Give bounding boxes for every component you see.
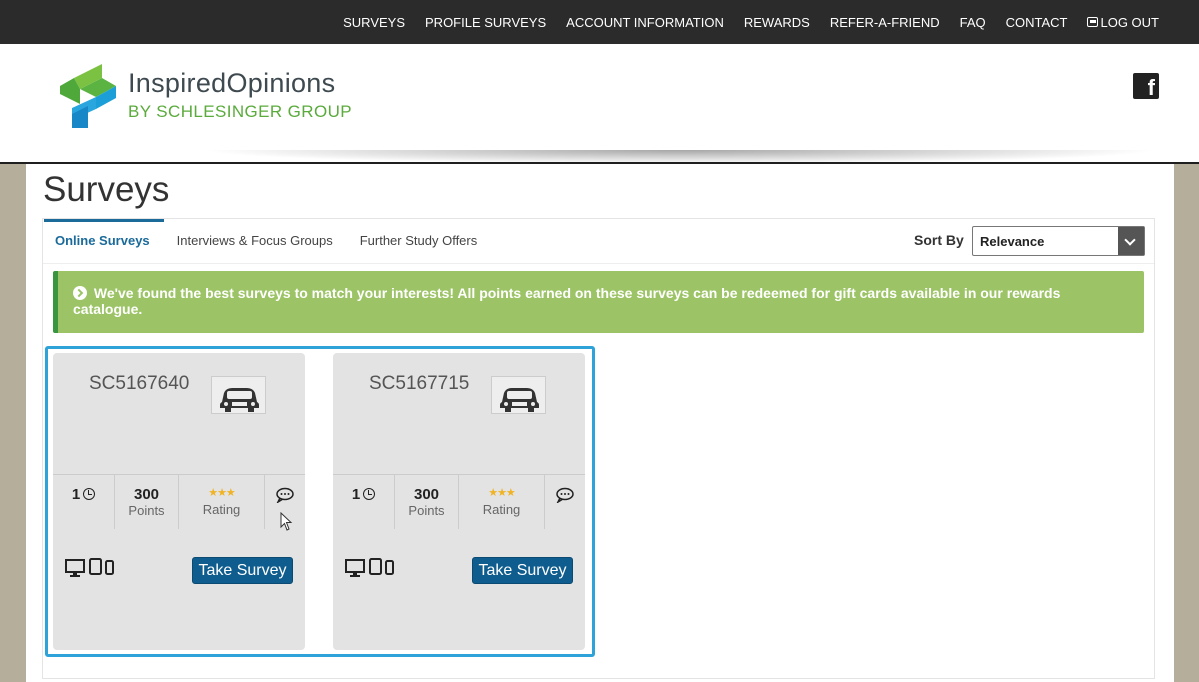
device-compatibility-icon [345, 558, 394, 577]
points-stat: 300 Points [395, 475, 459, 529]
clock-icon [83, 488, 96, 500]
main-content: Surveys Online Surveys Interviews & Focu… [26, 164, 1174, 682]
comment-icon[interactable] [555, 487, 575, 503]
tab-online-surveys[interactable]: Online Surveys [55, 233, 150, 248]
survey-cards-container: SC5167640 1 300 Points ★★★ Rating Take S… [45, 346, 595, 657]
duration-value: 1 [351, 486, 361, 503]
nav-refer-a-friend[interactable]: REFER-A-FRIEND [830, 15, 940, 30]
take-survey-button[interactable]: Take Survey [192, 557, 293, 584]
site-logo[interactable]: InspiredOpinions BY SCHLESINGER GROUP [60, 64, 370, 134]
tab-further-study-offers[interactable]: Further Study Offers [360, 233, 478, 248]
top-navigation: SURVEYS PROFILE SURVEYS ACCOUNT INFORMAT… [0, 0, 1199, 44]
nav-rewards[interactable]: REWARDS [744, 15, 810, 30]
duration-stat: 1 [333, 475, 395, 529]
survey-code: SC5167640 [89, 373, 190, 394]
device-compatibility-icon [65, 558, 114, 577]
site-header: InspiredOpinions BY SCHLESINGER GROUP f [0, 44, 1199, 162]
surveys-panel: Online Surveys Interviews & Focus Groups… [42, 218, 1155, 679]
nav-profile-surveys[interactable]: PROFILE SURVEYS [425, 15, 546, 30]
points-value: 300 [413, 486, 440, 503]
logout-label: LOG OUT [1100, 14, 1159, 30]
comment-icon[interactable] [275, 487, 295, 503]
rating-label: Rating [202, 502, 241, 517]
points-value: 300 [133, 486, 160, 503]
clock-icon [363, 488, 376, 500]
comment-stat[interactable] [545, 475, 585, 529]
survey-code: SC5167715 [369, 373, 470, 394]
duration-value: 1 [71, 486, 81, 503]
star-rating-icon: ★★★ [208, 487, 236, 499]
logo-subtitle: BY SCHLESINGER GROUP [128, 102, 353, 121]
mouse-cursor-icon [280, 512, 293, 531]
chevron-down-icon[interactable] [1118, 227, 1144, 255]
sort-selected-value: Relevance [980, 234, 1045, 249]
rating-stat: ★★★ Rating [459, 475, 545, 529]
survey-tabs: Online Surveys Interviews & Focus Groups… [55, 233, 504, 248]
rating-label: Rating [482, 502, 521, 517]
points-stat: 300 Points [115, 475, 179, 529]
duration-stat: 1 [53, 475, 115, 529]
car-category-icon [211, 376, 266, 414]
survey-card: SC5167715 1 300 Points ★★★ Rating Take S… [333, 353, 585, 650]
banner-text: We've found the best surveys to match yo… [73, 285, 1061, 317]
points-label: Points [408, 503, 445, 518]
nav-contact[interactable]: CONTACT [1006, 15, 1068, 30]
title-underline [44, 219, 164, 222]
nav-surveys[interactable]: SURVEYS [343, 15, 405, 30]
nav-logout[interactable]: LOG OUT [1087, 15, 1159, 30]
facebook-icon[interactable]: f [1133, 73, 1159, 99]
sort-select[interactable]: Relevance [972, 226, 1145, 256]
logo-mark-icon [60, 64, 116, 128]
sort-by-label: Sort By [914, 232, 964, 248]
page-title: Surveys [43, 170, 170, 209]
take-survey-button[interactable]: Take Survey [472, 557, 573, 584]
nav-faq[interactable]: FAQ [960, 15, 986, 30]
survey-stats: 1 300 Points ★★★ Rating [333, 474, 585, 529]
survey-stats: 1 300 Points ★★★ Rating [53, 474, 305, 529]
logout-icon [1087, 17, 1099, 27]
tab-interviews-focus-groups[interactable]: Interviews & Focus Groups [177, 233, 333, 248]
info-banner: We've found the best surveys to match yo… [53, 271, 1144, 333]
logo-title: InspiredOpinions [128, 68, 336, 98]
nav-account-information[interactable]: ACCOUNT INFORMATION [566, 15, 724, 30]
arrow-circle-right-icon [73, 286, 87, 300]
survey-card: SC5167640 1 300 Points ★★★ Rating Take S… [53, 353, 305, 650]
points-label: Points [128, 503, 165, 518]
star-rating-icon: ★★★ [488, 487, 516, 499]
tab-divider [43, 263, 1154, 264]
rating-stat: ★★★ Rating [179, 475, 265, 529]
car-category-icon [491, 376, 546, 414]
